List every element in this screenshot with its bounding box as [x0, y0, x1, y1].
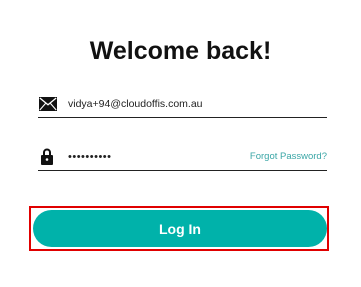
lock-icon — [41, 148, 53, 165]
envelope-icon — [39, 97, 57, 111]
page-title: Welcome back! — [89, 37, 272, 65]
email-field — [38, 91, 327, 118]
password-input[interactable] — [68, 147, 228, 167]
login-card: Welcome back! Forgot Password? Log In — [0, 0, 361, 287]
password-field: Forgot Password? — [38, 144, 327, 171]
forgot-password-link[interactable]: Forgot Password? — [250, 151, 327, 162]
email-input[interactable] — [68, 94, 318, 114]
login-button[interactable]: Log In — [33, 210, 327, 247]
